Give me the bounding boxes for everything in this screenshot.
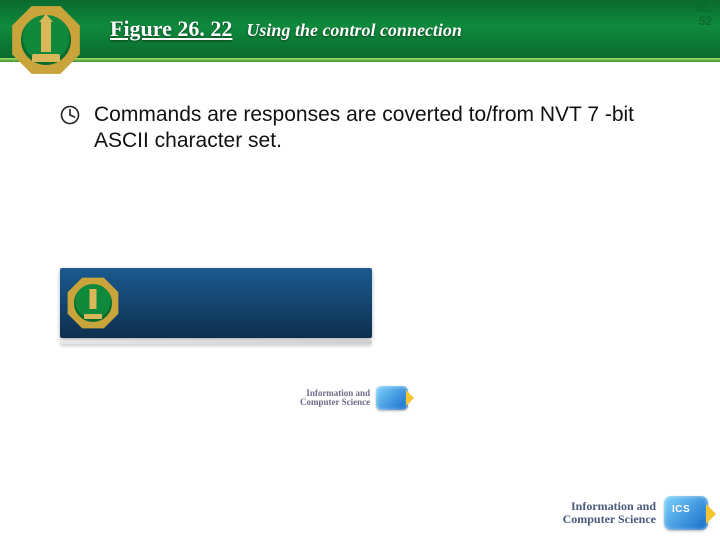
bullet-text: Commands are responses are coverted to/f… xyxy=(94,102,670,155)
ics-chip-footer-icon: ICS xyxy=(664,496,708,530)
thumbnail-underline xyxy=(60,340,372,344)
slide-body: Commands are responses are coverted to/f… xyxy=(0,62,720,155)
figure-caption: Using the control connection xyxy=(246,20,462,41)
slide-number: 26. 52 xyxy=(695,2,712,28)
university-seal-logo xyxy=(10,4,82,76)
clock-icon xyxy=(60,105,80,125)
university-seal-small-icon xyxy=(66,276,120,330)
ics-chip-label: ICS xyxy=(672,504,690,515)
bullet-item: Commands are responses are coverted to/f… xyxy=(60,102,670,155)
figure-label: Figure 26. 22 xyxy=(110,16,232,42)
figure-title: Figure 26. 22 Using the control connecti… xyxy=(110,16,462,42)
ics-chip-icon xyxy=(376,386,408,410)
thumbnail-banner xyxy=(60,268,372,338)
header-band: Figure 26. 22 Using the control connecti… xyxy=(0,0,720,62)
ics-badge-small: Information and Computer Science xyxy=(300,380,430,416)
ics-badge-footer: Information and Computer Science ICS xyxy=(563,496,708,530)
slide-number-page: 52 xyxy=(695,15,712,28)
slide: Figure 26. 22 Using the control connecti… xyxy=(0,0,720,540)
ics-text-small: Information and Computer Science xyxy=(300,389,370,408)
ics-text-footer: Information and Computer Science xyxy=(563,500,656,525)
